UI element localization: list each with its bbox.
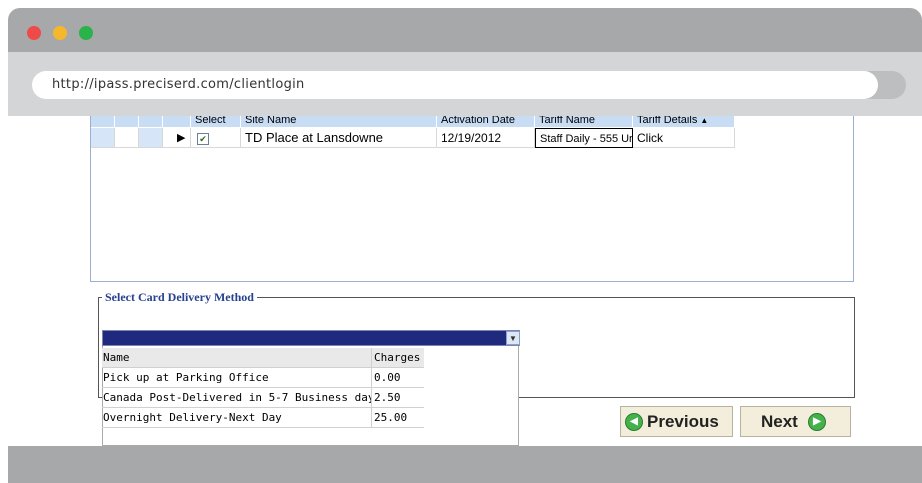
delivery-option-charges: 2.50	[372, 388, 424, 408]
site-name-cell: TD Place at Lansdowne	[241, 128, 437, 148]
row-gutter	[139, 128, 163, 148]
maximize-window-button[interactable]	[79, 26, 93, 40]
grid-header-select[interactable]: Select	[191, 116, 241, 127]
column-header-name: Name	[102, 348, 372, 368]
grid-header-tariff-details-label: Tariff Details	[637, 116, 698, 126]
delivery-option-name: Pick up at Parking Office	[102, 368, 372, 388]
arrow-left-icon: ◀	[625, 413, 643, 431]
sort-ascending-icon: ▲	[700, 116, 709, 125]
table-row[interactable]: ▶ ✔ TD Place at Lansdowne 12/19/2012 Sta…	[91, 128, 735, 148]
grid-header-activation-date[interactable]: Activation Date	[437, 116, 535, 127]
page-content: Select Site Name Activation Date Tariff …	[8, 116, 922, 446]
arrow-right-icon: ▶	[808, 413, 826, 431]
grid-header-tariff-details[interactable]: Tariff Details ▲	[633, 116, 735, 127]
delivery-option-charges: 0.00	[372, 368, 424, 388]
delivery-option-name: Canada Post-Delivered in 5-7 Business da…	[102, 388, 372, 408]
next-button[interactable]: Next ▶	[740, 406, 851, 437]
grid-header-blank	[91, 116, 115, 127]
browser-bottom-bar	[8, 446, 922, 483]
chevron-down-icon[interactable]: ▼	[506, 331, 520, 345]
next-button-label: Next	[761, 412, 798, 431]
row-gutter	[115, 128, 139, 148]
select-checkbox[interactable]: ✔	[197, 132, 209, 145]
grid-header-blank	[115, 116, 139, 127]
column-header-charges: Charges	[372, 348, 424, 368]
tariff-name-select[interactable]: Staff Daily - 555 Ur	[535, 128, 633, 148]
address-bar[interactable]: http://ipass.preciserd.com/clientlogin	[32, 71, 878, 99]
previous-button[interactable]: ◀ Previous	[620, 406, 733, 437]
previous-button-label: Previous	[647, 412, 719, 431]
delivery-method-legend: Select Card Delivery Method	[102, 290, 257, 305]
grid-header-blank	[163, 116, 191, 127]
delivery-method-select[interactable]	[102, 330, 520, 346]
delivery-option-name: Overnight Delivery-Next Day	[102, 408, 372, 428]
minimize-window-button[interactable]	[53, 26, 67, 40]
row-pointer-icon: ▶	[163, 128, 191, 148]
grid-header-tariff-name[interactable]: Tariff Name	[535, 116, 633, 127]
tariff-details-link[interactable]: Click	[633, 128, 735, 148]
select-cell: ✔	[191, 128, 241, 148]
grid-header-site-name[interactable]: Site Name	[241, 116, 437, 127]
activation-date-cell: 12/19/2012	[437, 128, 535, 148]
sites-grid: Select Site Name Activation Date Tariff …	[90, 116, 854, 282]
row-gutter	[91, 128, 115, 148]
close-window-button[interactable]	[27, 26, 41, 40]
delivery-option-charges: 25.00	[372, 408, 424, 428]
grid-header-blank	[139, 116, 163, 127]
grid-header: Select Site Name Activation Date Tariff …	[91, 116, 853, 127]
